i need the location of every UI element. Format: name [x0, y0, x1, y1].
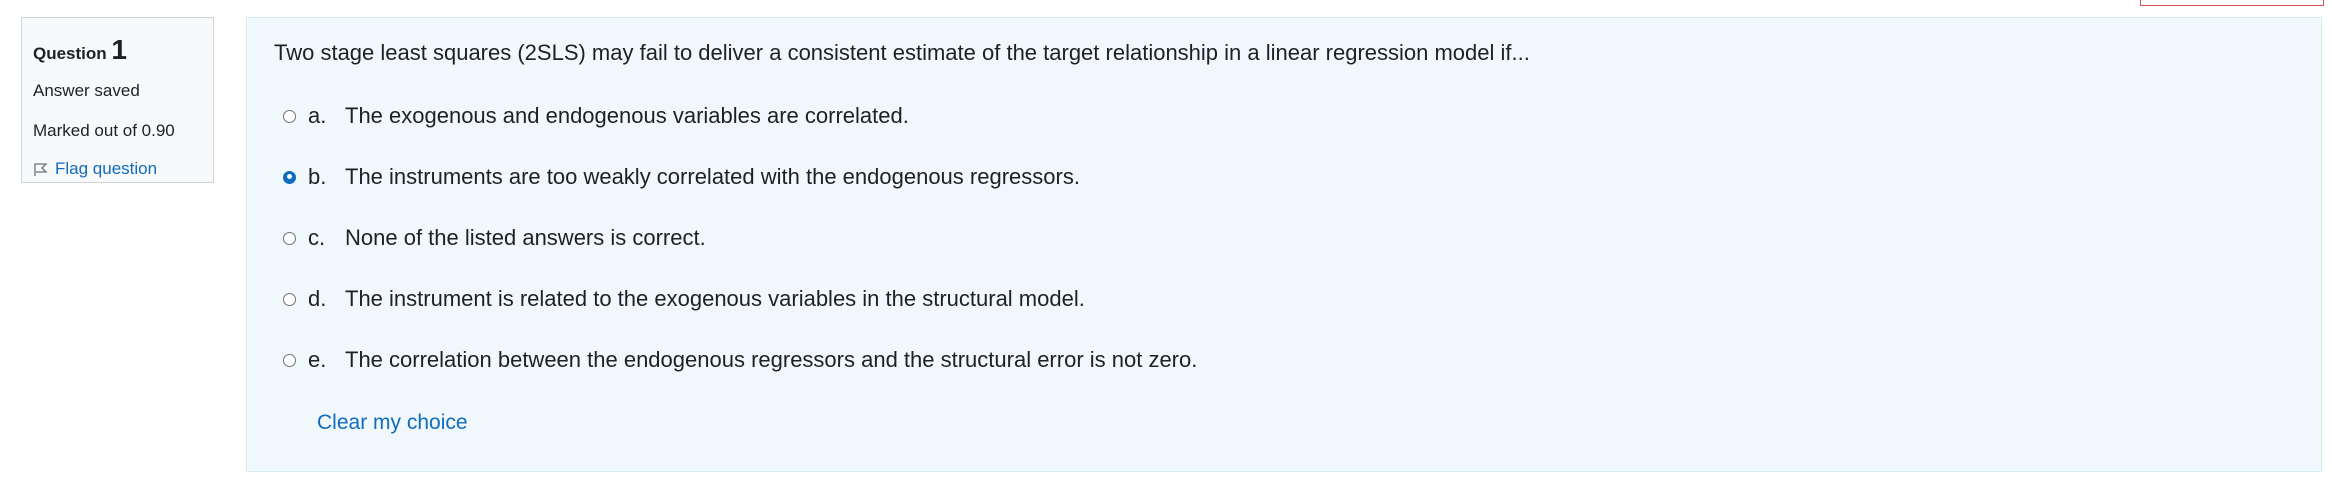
- answer-letter: c.: [308, 225, 326, 250]
- radio-a[interactable]: [283, 109, 296, 123]
- question-content: Two stage least squares (2SLS) may fail …: [246, 17, 2322, 472]
- answer-option-d[interactable]: d. The instrument is related to the exog…: [283, 284, 1085, 314]
- answer-option-b[interactable]: b. The instruments are too weakly correl…: [283, 162, 1080, 192]
- answer-letter: b.: [308, 164, 327, 189]
- answer-state: Answer saved: [33, 81, 140, 100]
- radio-e[interactable]: [283, 353, 296, 367]
- clear-choice-link[interactable]: Clear my choice: [317, 411, 468, 435]
- answer-text: The exogenous and endogenous variables a…: [345, 103, 909, 128]
- radio-b[interactable]: [283, 170, 296, 184]
- question-text: Two stage least squares (2SLS) may fail …: [274, 40, 1530, 65]
- answer-text: The instruments are too weakly correlate…: [345, 164, 1080, 189]
- flag-question-link[interactable]: Flag question: [33, 150, 213, 188]
- question-heading: Question 1: [33, 30, 213, 70]
- answer-option-a[interactable]: a. The exogenous and endogenous variable…: [283, 101, 909, 131]
- flag-question-label: Flag question: [55, 159, 158, 178]
- answer-text: The instrument is related to the exogeno…: [345, 286, 1085, 311]
- flag-icon: [34, 163, 48, 176]
- quiz-page: Question 1 Answer saved Marked out of 0.…: [0, 0, 2332, 488]
- top-button-edge[interactable]: [2140, 0, 2324, 6]
- radio-d[interactable]: [283, 292, 296, 306]
- answer-letter: e.: [308, 347, 327, 372]
- question-label: Question: [33, 44, 107, 63]
- answer-option-e[interactable]: e. The correlation between the endogenou…: [283, 345, 1197, 375]
- radio-c[interactable]: [283, 231, 296, 245]
- answer-text: None of the listed answers is correct.: [345, 225, 706, 250]
- answer-letter: a.: [308, 103, 327, 128]
- question-info-panel: Question 1 Answer saved Marked out of 0.…: [21, 17, 214, 183]
- answer-text: The correlation between the endogenous r…: [345, 347, 1198, 372]
- grade-info: Marked out of 0.90: [33, 121, 175, 140]
- answer-letter: d.: [308, 286, 327, 311]
- question-number: 1: [111, 34, 127, 65]
- answer-option-c[interactable]: c. None of the listed answers is correct…: [283, 223, 706, 253]
